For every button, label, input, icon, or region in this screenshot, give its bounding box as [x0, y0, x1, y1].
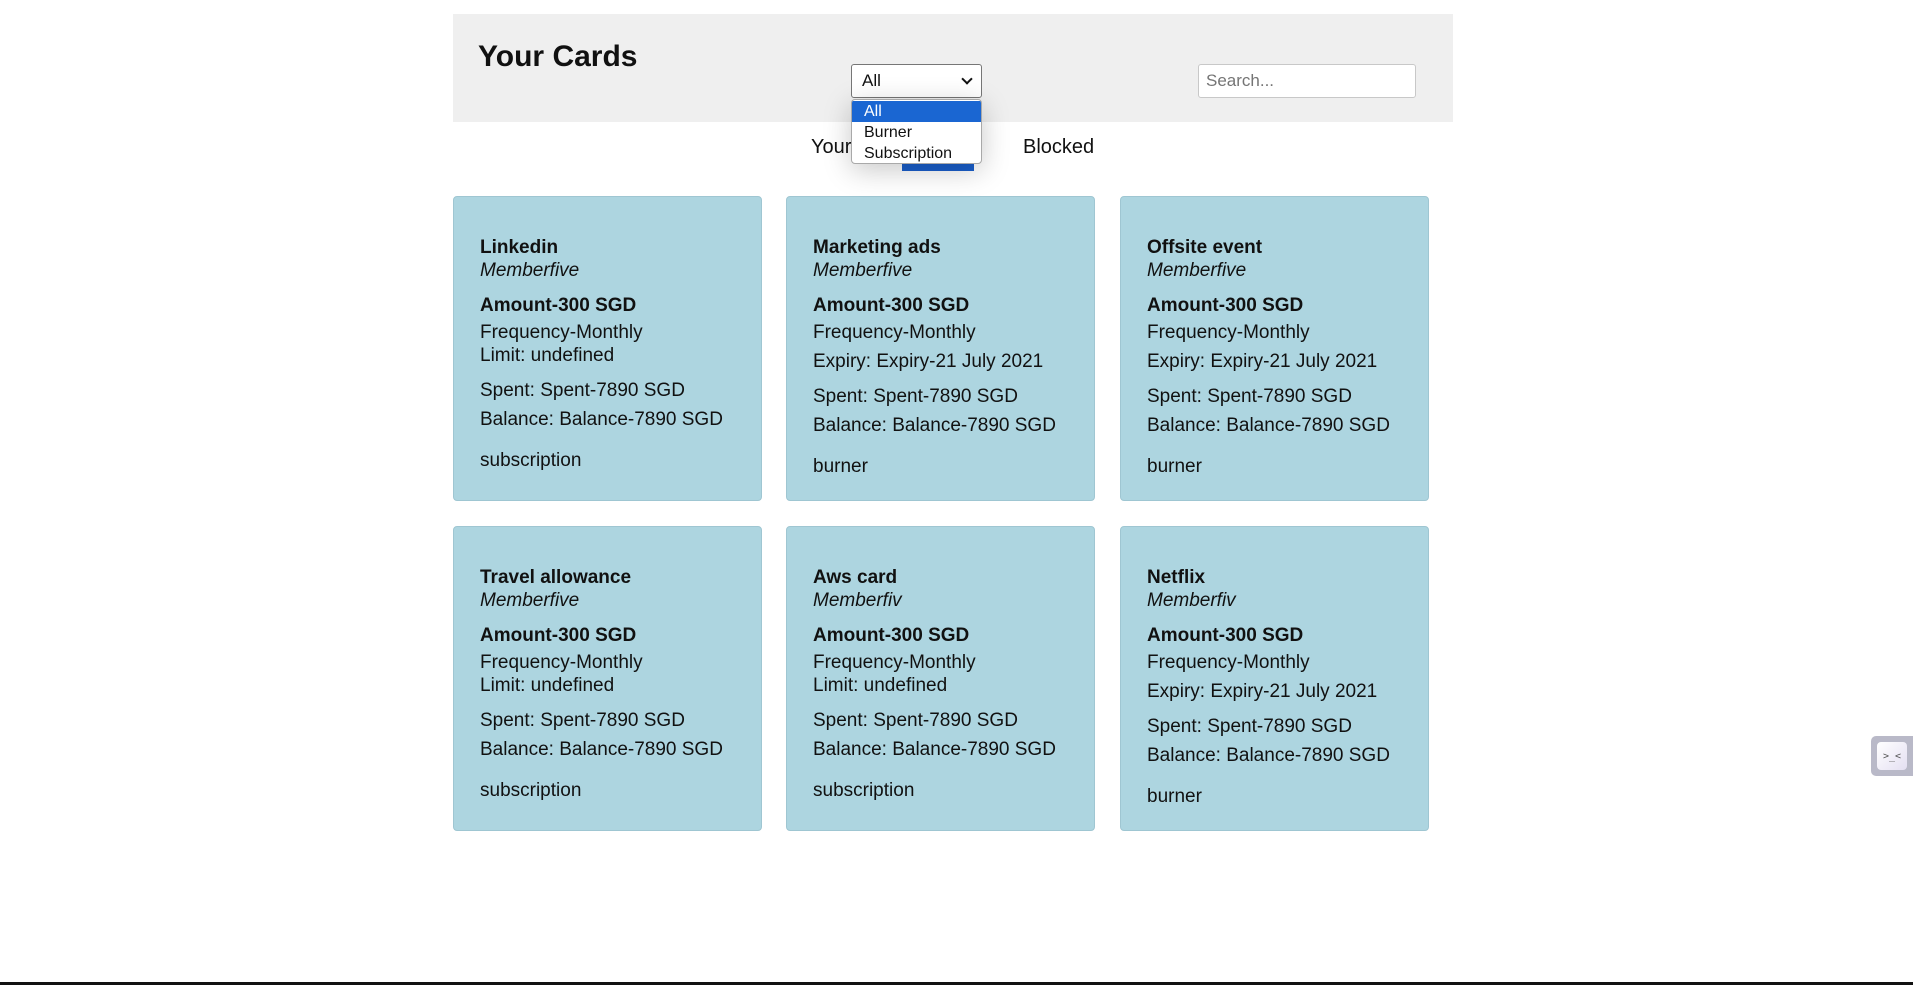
card-type: burner [1147, 456, 1202, 477]
card-spent: Spent: Spent-7890 SGD [480, 710, 685, 731]
card-offsite-event[interactable]: Offsite event Memberfive Amount-300 SGD … [1120, 196, 1429, 501]
card-netflix[interactable]: Netflix Memberfiv Amount-300 SGD Frequen… [1120, 526, 1429, 831]
card-type: subscription [480, 450, 582, 471]
card-expiry: Expiry: Expiry-21 July 2021 [1147, 681, 1378, 702]
card-member: Memberfiv [813, 590, 902, 611]
card-spent: Spent: Spent-7890 SGD [813, 386, 1018, 407]
tab-your-cards[interactable]: Your [811, 136, 851, 159]
card-frequency: Frequency-Monthly [1147, 652, 1310, 673]
card-balance: Balance: Balance-7890 SGD [813, 739, 1056, 760]
card-spent: Spent: Spent-7890 SGD [480, 380, 685, 401]
page: Your Cards All Your Blocked All Burner S… [0, 0, 1913, 985]
side-widget-button[interactable]: >_< [1871, 736, 1913, 776]
card-frequency: Frequency-Monthly [480, 322, 643, 343]
card-amount: Amount-300 SGD [1147, 625, 1304, 646]
chevron-down-icon [961, 72, 973, 85]
search-input[interactable] [1198, 64, 1416, 98]
card-member: Memberfive [480, 590, 580, 611]
card-balance: Balance: Balance-7890 SGD [480, 739, 723, 760]
card-travel-allowance[interactable]: Travel allowance Memberfive Amount-300 S… [453, 526, 762, 831]
terminal-icon: >_< [1877, 742, 1907, 770]
card-expiry: Expiry: Expiry-21 July 2021 [813, 351, 1044, 372]
filter-selected-value: All [862, 71, 881, 90]
card-frequency: Frequency-Monthly [813, 322, 976, 343]
card-balance: Balance: Balance-7890 SGD [1147, 745, 1390, 766]
card-frequency: Frequency-Monthly [813, 652, 976, 673]
card-amount: Amount-300 SGD [480, 625, 637, 646]
card-type: burner [813, 456, 868, 477]
card-amount: Amount-300 SGD [1147, 295, 1304, 316]
card-expiry: Expiry: Expiry-21 July 2021 [1147, 351, 1378, 372]
card-type: subscription [480, 780, 582, 801]
card-amount: Amount-300 SGD [480, 295, 637, 316]
card-marketing-ads[interactable]: Marketing ads Memberfive Amount-300 SGD … [786, 196, 1095, 501]
card-title: Aws card [813, 567, 898, 588]
card-title: Netflix [1147, 567, 1206, 588]
card-limit: Limit: undefined [480, 345, 615, 366]
card-member: Memberfive [813, 260, 913, 281]
filter-option-all[interactable]: All [852, 101, 981, 122]
card-member: Memberfive [1147, 260, 1247, 281]
card-title: Marketing ads [813, 237, 941, 258]
card-linkedin[interactable]: Linkedin Memberfive Amount-300 SGD Frequ… [453, 196, 762, 501]
card-type-filter-select[interactable]: All [851, 64, 982, 98]
card-title: Offsite event [1147, 237, 1263, 258]
tab-blocked[interactable]: Blocked [1023, 136, 1094, 159]
filter-dropdown-list: All Burner Subscription [851, 99, 982, 164]
card-amount: Amount-300 SGD [813, 625, 970, 646]
card-aws-card[interactable]: Aws card Memberfiv Amount-300 SGD Freque… [786, 526, 1095, 831]
card-title: Travel allowance [480, 567, 632, 588]
card-member: Memberfiv [1147, 590, 1236, 611]
card-frequency: Frequency-Monthly [480, 652, 643, 673]
card-balance: Balance: Balance-7890 SGD [480, 409, 723, 430]
page-title: Your Cards [478, 40, 638, 73]
card-balance: Balance: Balance-7890 SGD [813, 415, 1056, 436]
card-spent: Spent: Spent-7890 SGD [1147, 386, 1352, 407]
card-frequency: Frequency-Monthly [1147, 322, 1310, 343]
card-amount: Amount-300 SGD [813, 295, 970, 316]
card-limit: Limit: undefined [480, 675, 615, 696]
card-limit: Limit: undefined [813, 675, 948, 696]
card-title: Linkedin [480, 237, 559, 258]
card-type: burner [1147, 786, 1202, 807]
card-spent: Spent: Spent-7890 SGD [813, 710, 1018, 731]
filter-option-burner[interactable]: Burner [852, 122, 981, 143]
card-type: subscription [813, 780, 915, 801]
filter-option-subscription[interactable]: Subscription [852, 143, 981, 163]
card-spent: Spent: Spent-7890 SGD [1147, 716, 1352, 737]
card-balance: Balance: Balance-7890 SGD [1147, 415, 1390, 436]
card-member: Memberfive [480, 260, 580, 281]
